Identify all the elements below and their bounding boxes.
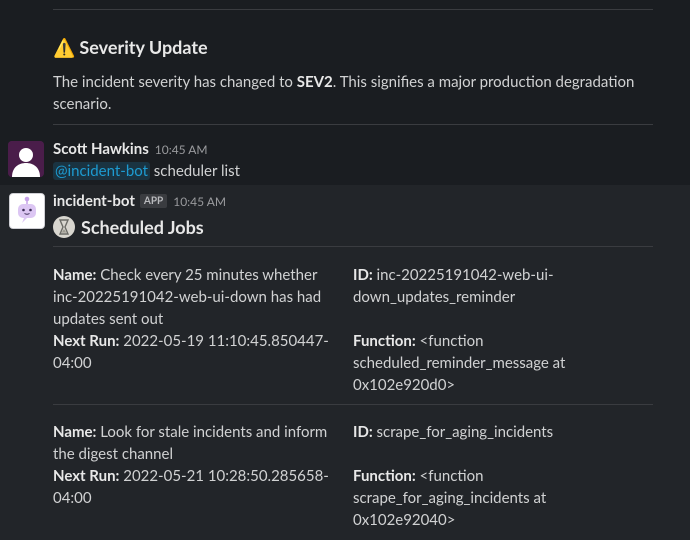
- job-next-run: Next Run: 2022-05-21 10:28:50.285658-04:…: [53, 467, 329, 507]
- message-body: @incident-bot scheduler list: [53, 160, 240, 182]
- message-text: scheduler list: [149, 162, 240, 180]
- job-id: ID: scrape_for_aging_incidents: [353, 423, 554, 441]
- divider: [53, 9, 653, 10]
- warning-icon: ⚠️: [53, 36, 76, 58]
- severity-title: Severity Update: [79, 36, 208, 58]
- robot-icon: [10, 194, 44, 228]
- job-1-right: ID: inc-20225191042-web-ui-down_updates_…: [353, 264, 583, 396]
- job-id: ID: inc-20225191042-web-ui-down_updates_…: [353, 266, 554, 306]
- bot-name[interactable]: incident-bot: [53, 192, 135, 210]
- default-avatar-icon: [8, 141, 44, 177]
- job-2-right: ID: scrape_for_aging_incidents Function:…: [353, 421, 583, 531]
- job-function: Function: <function scheduled_reminder_m…: [353, 332, 566, 394]
- job-name: Name: Look for stale incidents and infor…: [53, 423, 328, 463]
- user-mention[interactable]: @incident-bot: [53, 162, 150, 180]
- severity-value: SEV2: [296, 73, 333, 91]
- app-badge: APP: [139, 194, 168, 208]
- hourglass-icon: [53, 216, 75, 238]
- scheduled-jobs-title: Scheduled Jobs: [81, 216, 204, 238]
- avatar[interactable]: [8, 141, 44, 177]
- sender-name[interactable]: Scott Hawkins: [53, 140, 149, 158]
- bot-avatar[interactable]: [9, 193, 45, 229]
- severity-update-section: ⚠️ Severity Update The incident severity…: [53, 36, 673, 115]
- bot-message-header: incident-bot APP 10:45 AM: [53, 190, 226, 213]
- scheduled-jobs-heading: Scheduled Jobs: [53, 216, 204, 238]
- divider: [53, 404, 653, 405]
- job-function: Function: <function scrape_for_aging_inc…: [353, 467, 547, 529]
- timestamp[interactable]: 10:45 AM: [155, 142, 208, 157]
- job-2-left: Name: Look for stale incidents and infor…: [53, 421, 343, 509]
- job-name: Name: Check every 25 minutes whether inc…: [53, 266, 322, 328]
- divider: [53, 124, 653, 125]
- severity-heading: ⚠️ Severity Update: [53, 36, 673, 58]
- divider: [53, 246, 653, 247]
- job-next-run: Next Run: 2022-05-19 11:10:45.850447-04:…: [53, 332, 329, 372]
- message-header: Scott Hawkins 10:45 AM: [53, 138, 208, 161]
- timestamp[interactable]: 10:45 AM: [173, 194, 226, 209]
- job-1-left: Name: Check every 25 minutes whether inc…: [53, 264, 343, 374]
- severity-text: The incident severity has changed to SEV…: [53, 73, 635, 113]
